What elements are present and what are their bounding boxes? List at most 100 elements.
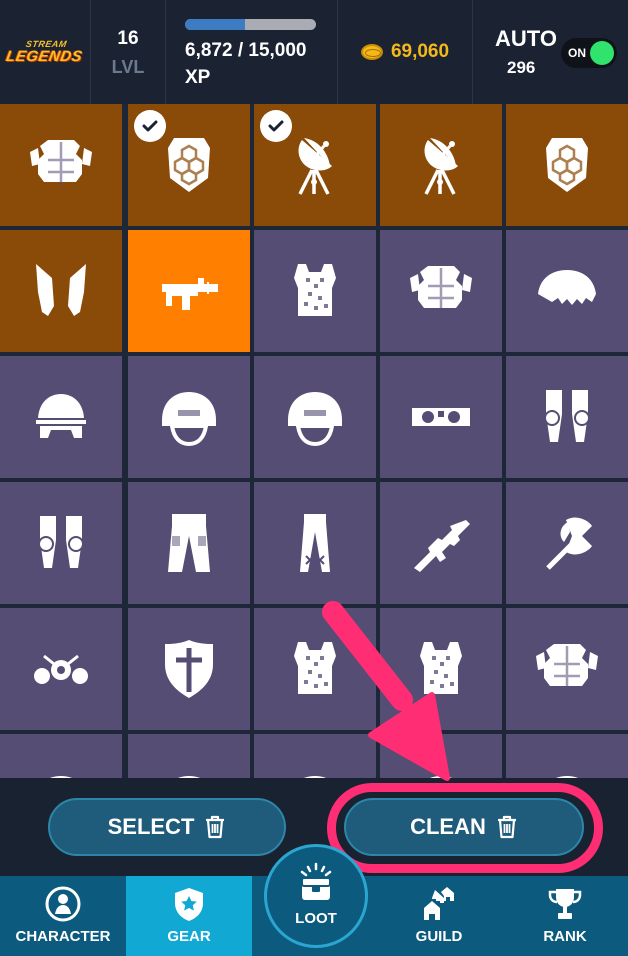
- battle-axe-icon: [546, 517, 592, 570]
- nav-gear-label: GEAR: [167, 928, 211, 945]
- logo: STREAM LEGENDS: [0, 0, 91, 104]
- gear-item-icon: [49, 776, 73, 778]
- gear-tile[interactable]: [380, 230, 502, 352]
- gear-tile[interactable]: [0, 482, 122, 604]
- gear-grid: [0, 104, 628, 778]
- fur-shoulders-icon: [538, 270, 596, 305]
- gear-tile[interactable]: [254, 104, 376, 226]
- chest-armor-icon: [536, 644, 598, 690]
- camo-vest-icon: [294, 642, 336, 694]
- gear-item-icon: [177, 776, 201, 778]
- nav-guild[interactable]: GUILD: [376, 876, 502, 956]
- gold-display: 69,060: [338, 0, 473, 104]
- gear-tile[interactable]: [254, 608, 376, 730]
- gear-tile[interactable]: [254, 230, 376, 352]
- auto-count: 296: [507, 58, 536, 77]
- knee-pads-icon: [544, 390, 590, 442]
- camo-vest-icon: [420, 642, 462, 694]
- gear-tile[interactable]: [380, 608, 502, 730]
- logo-line-2: LEGENDS: [4, 48, 84, 65]
- level-label: LVL: [111, 57, 145, 77]
- nav-rank[interactable]: RANK: [502, 876, 628, 956]
- camo-vest-icon: [294, 264, 336, 316]
- trophy-icon: [548, 889, 582, 919]
- gear-tile[interactable]: [128, 734, 250, 778]
- gear-tile[interactable]: [506, 230, 628, 352]
- combat-helmet-icon: [288, 392, 342, 447]
- gold-amount: 69,060: [390, 41, 450, 62]
- select-button[interactable]: SELECT: [48, 798, 286, 856]
- headband-helmet-icon: [36, 394, 86, 438]
- gear-tile[interactable]: [254, 482, 376, 604]
- gear-tile[interactable]: [0, 608, 122, 730]
- character-icon: [45, 886, 81, 922]
- gear-tile[interactable]: [380, 734, 502, 778]
- gear-tile[interactable]: [128, 230, 250, 352]
- gear-item-icon: [555, 776, 579, 778]
- satellite-dish-icon: [424, 138, 458, 195]
- xp-value: 6,872 / 15,000: [185, 40, 307, 61]
- gear-tile[interactable]: [0, 734, 122, 778]
- assault-rifle-icon: [414, 520, 470, 572]
- top-status-bar: STREAM LEGENDS 16 LVL 6,872 / 15,000 XP …: [0, 0, 628, 104]
- gear-tile[interactable]: [254, 734, 376, 778]
- level-display: 16 LVL: [91, 0, 166, 104]
- combat-helmet-icon: [162, 392, 216, 447]
- loot-button[interactable]: LOOT: [264, 844, 368, 948]
- gear-shield-star-icon: [175, 888, 203, 921]
- gear-tile[interactable]: [0, 230, 122, 352]
- blaster-gun-icon: [162, 278, 218, 310]
- cargo-pants-icon: [168, 514, 210, 572]
- gear-tile[interactable]: [380, 356, 502, 478]
- select-button-label: SELECT: [107, 814, 195, 839]
- trash-icon: [206, 815, 225, 839]
- loot-label: LOOT: [295, 909, 337, 927]
- gear-tile[interactable]: [506, 608, 628, 730]
- goggles-icon: [412, 408, 470, 426]
- gear-tile[interactable]: [506, 104, 628, 226]
- gear-tile[interactable]: [506, 734, 628, 778]
- chest-armor-icon: [410, 266, 472, 312]
- gear-tile[interactable]: [380, 482, 502, 604]
- auto-toggle-label: ON: [568, 46, 586, 60]
- gear-tile[interactable]: [506, 356, 628, 478]
- gear-tile[interactable]: [0, 104, 122, 226]
- loot-chest-icon: [300, 862, 332, 900]
- gear-tile[interactable]: [128, 356, 250, 478]
- gear-tile[interactable]: [380, 104, 502, 226]
- gear-tile[interactable]: [128, 104, 250, 226]
- nav-character-label: CHARACTER: [15, 928, 111, 945]
- gold-coin-icon: [360, 44, 383, 60]
- app-root: STREAM LEGENDS 16 LVL 6,872 / 15,000 XP …: [0, 0, 628, 956]
- xp-label: XP: [185, 67, 211, 88]
- satellite-dish-icon: [298, 138, 332, 195]
- nav-rank-label: RANK: [543, 928, 587, 945]
- gear-tile[interactable]: [128, 482, 250, 604]
- auto-label: AUTO: [495, 26, 557, 51]
- xp-display: 6,872 / 15,000 XP: [166, 0, 338, 104]
- auto-panel: AUTO 296 ON: [473, 0, 628, 104]
- gear-tile[interactable]: [254, 356, 376, 478]
- checkmark-icon: [260, 110, 292, 142]
- nav-guild-label: GUILD: [415, 928, 463, 945]
- knee-pads-icon: [38, 516, 84, 568]
- gadget-icon: [34, 654, 88, 684]
- toggle-knob: [590, 41, 614, 65]
- gear-tile[interactable]: [128, 608, 250, 730]
- turtle-shell-armor-icon: [546, 138, 588, 192]
- level-number: 16: [117, 28, 139, 49]
- nav-gear[interactable]: GEAR: [126, 876, 252, 956]
- clean-button-highlight: [327, 783, 603, 873]
- flippers-icon: [36, 264, 86, 316]
- checkmark-icon: [134, 110, 166, 142]
- gear-tile[interactable]: [0, 356, 122, 478]
- cross-shield-icon: [165, 640, 213, 698]
- gear-item-icon: [303, 776, 327, 778]
- chest-armor-icon: [30, 140, 92, 186]
- gear-tile[interactable]: [506, 482, 628, 604]
- nav-character[interactable]: CHARACTER: [0, 876, 126, 956]
- auto-toggle[interactable]: ON: [561, 38, 617, 68]
- laced-pants-icon: [300, 514, 330, 572]
- turtle-shell-armor-icon: [168, 138, 210, 192]
- guild-houses-icon: [424, 887, 454, 920]
